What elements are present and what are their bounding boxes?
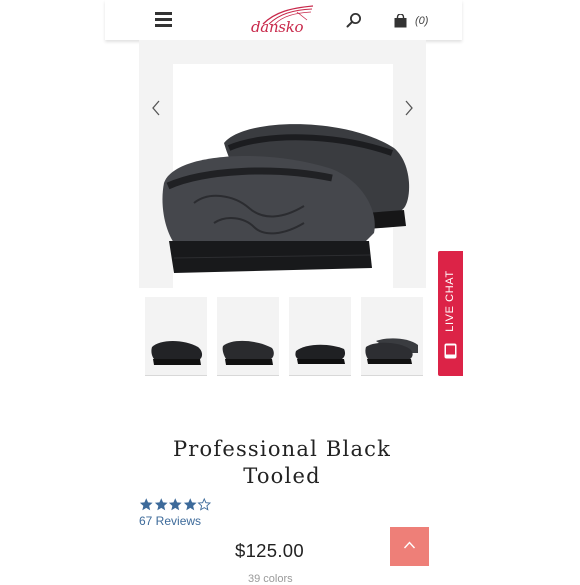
star-filled-icon xyxy=(183,498,197,511)
phone-icon xyxy=(444,343,457,359)
star-filled-icon xyxy=(154,498,168,511)
chevron-up-icon xyxy=(403,541,416,549)
site-header: dansko (0) xyxy=(105,0,462,40)
rating-stars[interactable] xyxy=(139,497,212,512)
cart-button[interactable]: (0) xyxy=(394,11,428,31)
product-price: $125.00 xyxy=(235,540,304,561)
shoe-image xyxy=(162,124,410,273)
shoe-thumbnail-image xyxy=(365,338,418,364)
live-chat-label: LIVE CHAT xyxy=(444,270,456,332)
product-image-main xyxy=(139,40,426,288)
logo-text: dansko xyxy=(251,18,304,36)
product-title: Professional Black Tooled xyxy=(172,437,392,488)
star-empty-icon xyxy=(197,497,212,511)
thumbnail-4[interactable] xyxy=(361,297,423,376)
cart-count: (0) xyxy=(415,15,429,27)
shoe-thumbnail-image xyxy=(151,341,203,365)
thumbnail-1[interactable] xyxy=(145,297,207,376)
thumbnail-strip xyxy=(145,297,433,376)
brand-logo[interactable]: dansko xyxy=(251,4,315,38)
shopping-bag-icon xyxy=(394,14,407,28)
shoe-thumbnail-image xyxy=(295,344,346,364)
reviews-link[interactable]: 67 Reviews xyxy=(139,514,201,528)
colors-count[interactable]: 39 colors xyxy=(248,573,293,585)
star-filled-icon xyxy=(168,498,182,511)
search-icon[interactable] xyxy=(346,12,362,28)
shoe-thumbnail-image xyxy=(222,340,274,365)
live-chat-button[interactable]: LIVE CHAT xyxy=(438,251,463,376)
star-filled-icon xyxy=(139,498,153,511)
hamburger-icon[interactable] xyxy=(155,12,172,27)
thumbnail-3[interactable] xyxy=(289,297,351,376)
thumbnail-2[interactable] xyxy=(217,297,279,376)
back-to-top-button[interactable] xyxy=(390,527,429,566)
